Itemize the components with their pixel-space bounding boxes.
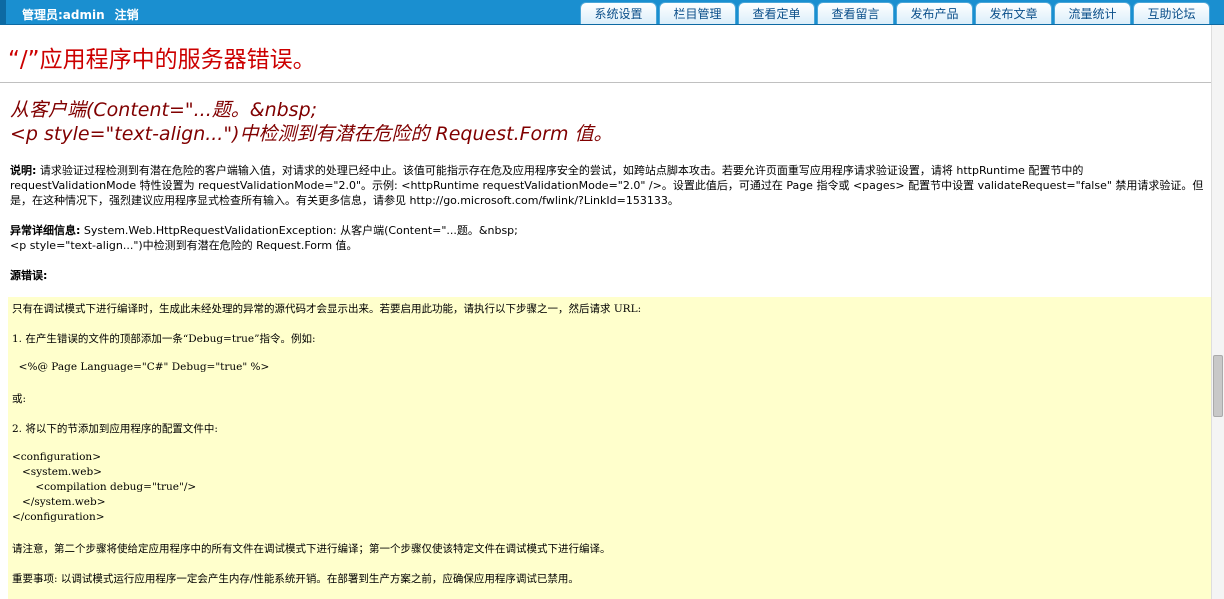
source-line: <%@ Page Language="C#" Debug="true" %>	[12, 361, 270, 373]
tab-publish-article[interactable]: 发布文章	[975, 2, 1052, 24]
admin-info: 管理员:admin 注销	[22, 6, 139, 23]
source-line: 2. 将以下的节添加到应用程序的配置文件中:	[12, 423, 218, 435]
error-page-frame: “/”应用程序中的服务器错误。 从客户端(Content="...题。&nbsp…	[0, 25, 1212, 599]
error-title: “/”应用程序中的服务器错误。	[8, 47, 316, 73]
header-accent	[0, 0, 6, 24]
error-subtitle: 从客户端(Content="...题。&nbsp; <p style="text…	[10, 98, 613, 146]
exception-details: 异常详细信息: System.Web.HttpRequestValidation…	[10, 223, 1208, 253]
title-divider	[0, 82, 1212, 83]
logout-link[interactable]: 注销	[115, 8, 139, 22]
description-text: 请求验证过程检测到有潜在危险的客户端输入值，对请求的处理已经中止。该值可能指示存…	[10, 164, 1204, 207]
nav-tabs: 系统设置 栏目管理 查看定单 查看留言 发布产品 发布文章 流量统计 互助论坛	[578, 2, 1210, 24]
source-line: 或:	[12, 393, 27, 405]
tab-system-settings[interactable]: 系统设置	[580, 2, 657, 24]
source-line: 请注意，第二个步骤将使给定应用程序中的所有文件在调试模式下进行编译；第一个步骤仅…	[12, 543, 611, 555]
source-label: 源错误:	[10, 269, 48, 282]
source-line: </configuration>	[12, 511, 105, 523]
tab-view-messages[interactable]: 查看留言	[817, 2, 894, 24]
tab-traffic-stats[interactable]: 流量统计	[1054, 2, 1131, 24]
exception-text-2: <p style="text-align...")中检测到有潜在危险的 Requ…	[10, 239, 358, 252]
source-line: <compilation debug="true"/>	[12, 481, 197, 493]
admin-header-bar: 管理员:admin 注销 系统设置 栏目管理 查看定单 查看留言 发布产品 发布文…	[0, 0, 1224, 25]
tab-publish-product[interactable]: 发布产品	[896, 2, 973, 24]
tab-column-management[interactable]: 栏目管理	[659, 2, 736, 24]
source-error-heading: 源错误:	[10, 268, 47, 283]
admin-label: 管理员:admin	[22, 8, 105, 22]
scrollbar-thumb[interactable]	[1213, 355, 1223, 417]
subtitle-line-2: <p style="text-align...")中检测到有潜在危险的 Requ…	[10, 123, 613, 145]
vertical-scrollbar[interactable]	[1211, 25, 1224, 599]
exception-label: 异常详细信息:	[10, 224, 81, 237]
source-line: <configuration>	[12, 451, 101, 463]
source-line: 1. 在产生错误的文件的顶部添加一条“Debug=true”指令。例如:	[12, 333, 316, 345]
subtitle-line-1: 从客户端(Content="...题。&nbsp;	[10, 99, 318, 121]
tab-help-forum[interactable]: 互助论坛	[1133, 2, 1210, 24]
exception-text: System.Web.HttpRequestValidationExceptio…	[83, 224, 518, 237]
source-line: <system.web>	[12, 466, 102, 478]
tab-view-orders[interactable]: 查看定单	[738, 2, 815, 24]
source-line: </system.web>	[12, 496, 106, 508]
source-error-box: 只有在调试模式下进行编译时，生成此未经处理的异常的源代码才会显示出来。若要启用此…	[8, 297, 1212, 599]
source-line: 重要事项: 以调试模式运行应用程序一定会产生内存/性能系统开销。在部署到生产方案…	[12, 573, 579, 585]
description-label: 说明:	[10, 164, 37, 177]
error-description: 说明: 请求验证过程检测到有潜在危险的客户端输入值，对请求的处理已经中止。该值可…	[10, 163, 1208, 208]
source-line: 只有在调试模式下进行编译时，生成此未经处理的异常的源代码才会显示出来。若要启用此…	[12, 303, 642, 315]
